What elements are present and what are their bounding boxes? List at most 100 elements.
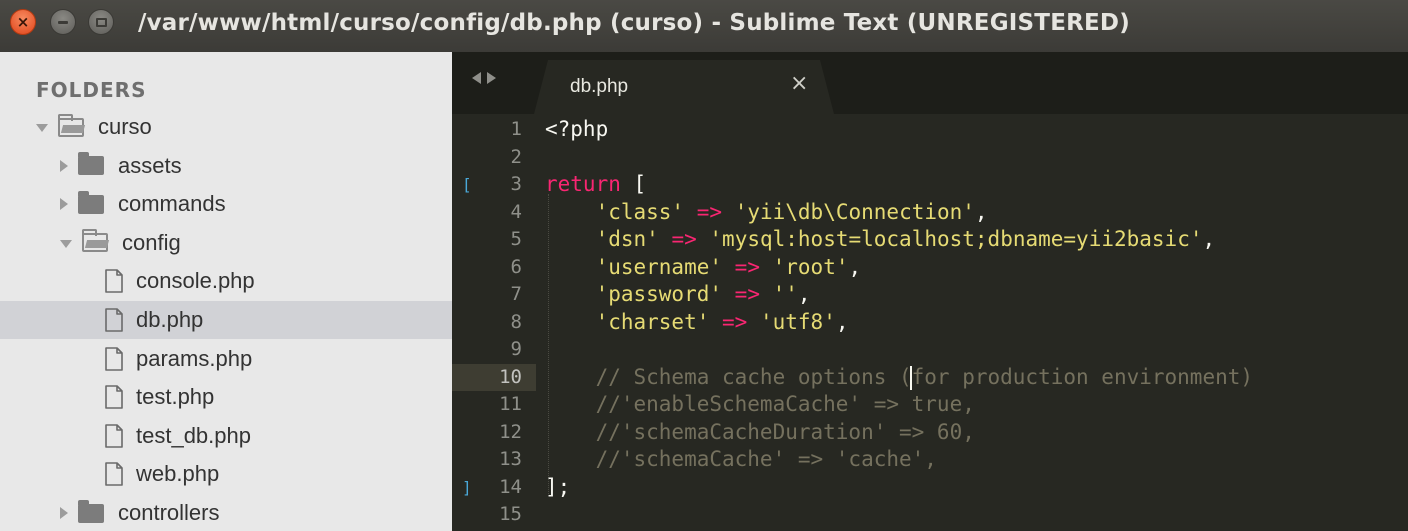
code-line[interactable]: ] 14]; <box>452 474 1408 502</box>
code-area[interactable]: 1 <?php 2 [3 return [4 'class' => 'yii\db\Co… <box>452 114 1408 531</box>
code-line[interactable]: 9 <box>452 336 1408 364</box>
arrow-right-icon[interactable] <box>487 72 496 84</box>
tree-item-label: test.php <box>136 384 215 410</box>
code-token: , <box>797 282 811 306</box>
disclosure-down-icon[interactable] <box>36 124 48 132</box>
line-number: 12 <box>499 420 522 443</box>
code-line[interactable]: 13 //'schemaCache' => 'cache', <box>452 446 1408 474</box>
tree-file-params-php[interactable]: params.php <box>0 340 452 378</box>
minimize-window-button[interactable] <box>50 9 76 35</box>
code-line[interactable]: 12 //'schemaCacheDuration' => 60, <box>452 419 1408 447</box>
line-number: 3 <box>510 173 522 195</box>
line-number: 13 <box>499 448 522 470</box>
folders-header: FOLDERS <box>36 78 147 102</box>
tab-bar: db.php × <box>452 52 1408 114</box>
code-line[interactable]: 5 'dsn' => 'mysql:host=localhost;dbname=… <box>452 226 1408 254</box>
bracket-match-marker: [ <box>462 175 472 194</box>
line-number: 2 <box>510 145 522 168</box>
code-text: 'class' => 'yii\db\Connection', <box>545 199 988 227</box>
line-number: 1 <box>510 118 522 140</box>
tab-nav-arrows[interactable] <box>472 72 496 84</box>
maximize-window-button[interactable] <box>88 9 114 35</box>
disclosure-right-icon[interactable] <box>60 198 68 211</box>
tree-file-test_db-php[interactable]: test_db.php <box>0 417 452 455</box>
tree-file-db-php[interactable]: db.php <box>0 301 452 339</box>
code-line[interactable]: 4 'class' => 'yii\db\Connection', <box>452 199 1408 227</box>
window-title: /var/www/html/curso/config/db.php (curso… <box>138 10 1130 36</box>
code-text: 'username' => 'root', <box>545 254 862 282</box>
code-token: // Schema cache options (for production … <box>545 364 1254 389</box>
folder-open-icon <box>82 229 108 253</box>
code-line[interactable]: 1 <?php <box>452 116 1408 144</box>
code-line[interactable]: 7 'password' => '', <box>452 281 1408 309</box>
code-token: 'yii\db\Connection' <box>734 199 975 224</box>
line-number: 10 <box>499 365 522 388</box>
tree-item-label: web.php <box>136 461 220 487</box>
editor: db.php × 1 <?php 2 [3 return [4 'class' => '… <box>452 52 1408 531</box>
tree-folder-assets[interactable]: assets <box>0 147 452 185</box>
code-text: //'enableSchemaCache' => true, <box>545 391 975 419</box>
line-number: 7 <box>510 283 522 305</box>
code-token: , <box>835 309 849 334</box>
code-line[interactable]: 10 // Schema cache options (for producti… <box>452 363 1408 392</box>
code-text: <?php <box>545 116 608 144</box>
code-token: <?php <box>545 117 609 141</box>
code-line[interactable]: 2 <box>452 144 1408 172</box>
code-line[interactable]: [3 return [ <box>452 171 1408 199</box>
code-token: //'enableSchemaCache' => true, <box>545 392 975 416</box>
tree-item-label: config <box>122 229 181 255</box>
tree-folder-curso[interactable]: curso <box>0 108 452 146</box>
code-line[interactable]: 6 'username' => 'root', <box>452 254 1408 282</box>
code-token: => <box>671 227 697 251</box>
code-token: 'class' <box>595 199 685 224</box>
line-number: 9 <box>510 338 522 360</box>
tab-close-icon[interactable]: × <box>790 73 808 95</box>
line-number: 11 <box>499 393 522 415</box>
bracket-match-marker: ] <box>462 477 472 497</box>
disclosure-down-icon[interactable] <box>60 239 72 248</box>
tree-item-label: console.php <box>136 268 255 294</box>
minimize-icon <box>58 20 68 24</box>
code-line[interactable]: 11 //'enableSchemaCache' => true, <box>452 391 1408 419</box>
disclosure-right-icon[interactable] <box>60 507 68 519</box>
tree-item-label: commands <box>118 191 226 217</box>
tree-folder-commands[interactable]: commands <box>0 185 452 223</box>
tree-item-label: params.php <box>136 345 253 371</box>
tree-file-test-php[interactable]: test.php <box>0 378 452 416</box>
close-window-button[interactable]: × <box>10 9 36 35</box>
tree-item-label: test_db.php <box>136 422 251 448</box>
disclosure-right-icon[interactable] <box>60 159 68 172</box>
code-token: '' <box>772 282 798 306</box>
code-token: 'password' <box>595 282 723 306</box>
tree-file-console-php[interactable]: console.php <box>0 262 452 300</box>
file-icon <box>105 423 123 448</box>
file-icon <box>105 308 123 332</box>
text-cursor <box>910 365 912 390</box>
maximize-icon <box>95 17 107 27</box>
code-token: 'username' <box>595 254 723 279</box>
code-line[interactable]: 15 <box>452 501 1408 529</box>
file-icon <box>105 385 123 409</box>
tree-folder-config[interactable]: config <box>0 224 452 262</box>
tree-file-web-php[interactable]: web.php <box>0 455 452 493</box>
tree-folder-controllers[interactable]: controllers <box>0 494 452 531</box>
code-text: ]; <box>545 474 570 502</box>
file-icon <box>105 269 123 294</box>
line-number: 4 <box>510 200 522 223</box>
arrow-left-icon[interactable] <box>472 72 481 84</box>
title-bar: × /var/www/html/curso/config/db.php (cur… <box>0 0 1408 52</box>
tab-title: db.php <box>570 76 629 97</box>
code-line[interactable]: 8 'charset' => 'utf8', <box>452 309 1408 337</box>
folder-icon <box>78 499 104 523</box>
code-token: 'mysql:host=localhost;dbname=yii2basic' <box>709 227 1203 251</box>
code-text: // Schema cache options (for production … <box>545 364 1253 392</box>
tab-db-php[interactable]: db.php × <box>534 60 834 114</box>
code-text: 'password' => '', <box>545 281 811 309</box>
